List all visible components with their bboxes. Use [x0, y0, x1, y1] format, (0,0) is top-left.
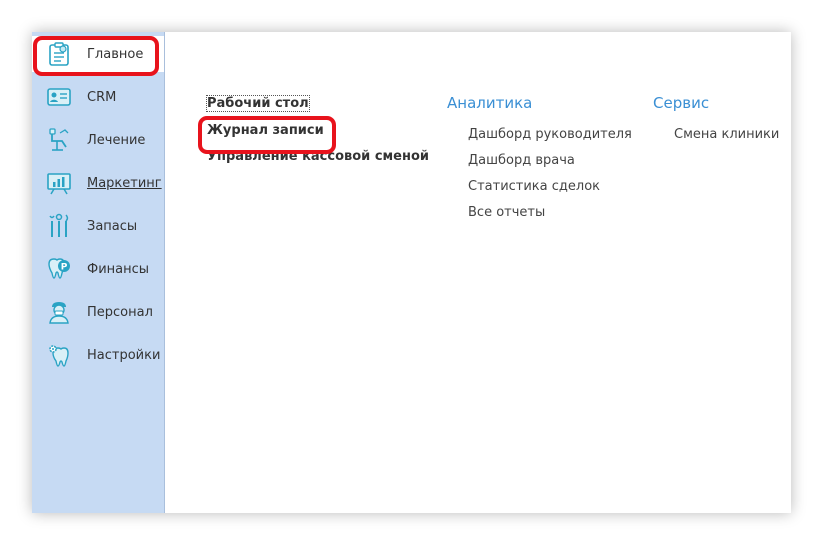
crm-card-icon	[46, 84, 72, 110]
sidebar-item-treatment[interactable]: Лечение	[32, 122, 164, 158]
service-section-title: Сервис	[653, 94, 710, 112]
sidebar-item-label: Главное	[87, 46, 144, 62]
sidebar-item-label: Лечение	[87, 132, 146, 148]
sidebar-item-marketing[interactable]: Маркетинг	[32, 165, 164, 201]
app-window: Главное CRM Лечение Маркетинг Запасы P Ф…	[32, 32, 791, 513]
appointment-journal-link[interactable]: Журнал записи	[207, 123, 324, 138]
tooth-coin-icon: P	[46, 256, 72, 282]
sidebar-item-label: CRM	[87, 89, 117, 105]
sidebar-item-label: Финансы	[87, 261, 150, 277]
sidebar: Главное CRM Лечение Маркетинг Запасы P Ф…	[32, 32, 165, 513]
sidebar-item-stock[interactable]: Запасы	[32, 208, 164, 244]
doctor-dashboard-link[interactable]: Дашборд врача	[468, 153, 575, 168]
sidebar-item-label: Настройки	[87, 347, 161, 363]
tooth-gear-icon	[46, 342, 72, 368]
main-icon	[46, 41, 72, 67]
dental-chair-icon	[46, 127, 72, 153]
deals-statistics-link[interactable]: Статистика сделок	[468, 179, 600, 194]
sidebar-item-settings[interactable]: Настройки	[32, 337, 164, 373]
marketing-board-icon	[46, 170, 72, 196]
manager-dashboard-link[interactable]: Дашборд руководителя	[468, 127, 632, 142]
cash-shift-link[interactable]: Управление кассовой сменой	[207, 149, 429, 164]
sidebar-item-main[interactable]: Главное	[32, 36, 164, 72]
analytics-section-title: Аналитика	[447, 94, 533, 112]
sidebar-item-finance[interactable]: P Финансы	[32, 251, 164, 287]
all-reports-link[interactable]: Все отчеты	[468, 205, 545, 220]
sidebar-item-crm[interactable]: CRM	[32, 79, 164, 115]
sidebar-item-label: Маркетинг	[87, 175, 162, 191]
dental-tools-icon	[46, 213, 72, 239]
doctor-icon	[46, 299, 72, 325]
desktop-link[interactable]: Рабочий стол	[206, 95, 310, 112]
svg-text:P: P	[61, 263, 68, 273]
sidebar-item-label: Персонал	[87, 304, 153, 320]
sidebar-item-label: Запасы	[87, 218, 138, 234]
sidebar-item-staff[interactable]: Персонал	[32, 294, 164, 330]
change-clinic-link[interactable]: Смена клиники	[674, 127, 779, 142]
